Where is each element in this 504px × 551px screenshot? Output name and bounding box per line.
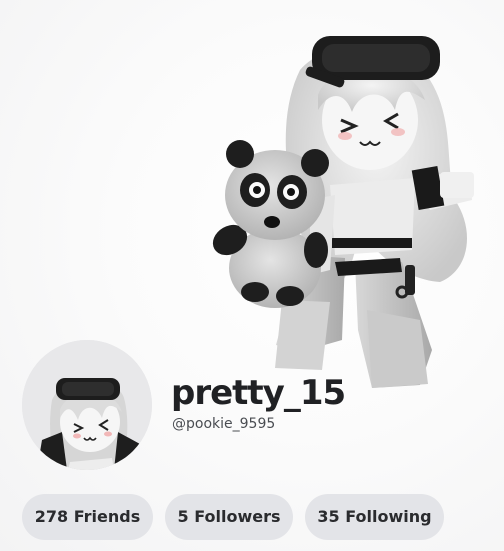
profile-stats: 278 Friends 5 Followers 35 Following: [22, 494, 504, 540]
avatar-headshot-image: [22, 340, 152, 470]
friends-label: Friends: [73, 507, 141, 526]
followers-label: Followers: [194, 507, 281, 526]
following-label: Following: [345, 507, 432, 526]
username: @pookie_9595: [172, 416, 276, 432]
display-name: pretty_15: [171, 373, 346, 413]
avatar-headshot[interactable]: [22, 340, 152, 470]
following-count: 35: [317, 507, 340, 526]
followers-button[interactable]: 5 Followers: [165, 494, 293, 540]
friends-button[interactable]: 278 Friends: [22, 494, 153, 540]
friends-count: 278: [34, 507, 69, 526]
profile-header: pretty_15 @pookie_9595 278 Friends 5 Fol…: [0, 0, 504, 551]
following-button[interactable]: 35 Following: [305, 494, 444, 540]
followers-count: 5: [177, 507, 189, 526]
